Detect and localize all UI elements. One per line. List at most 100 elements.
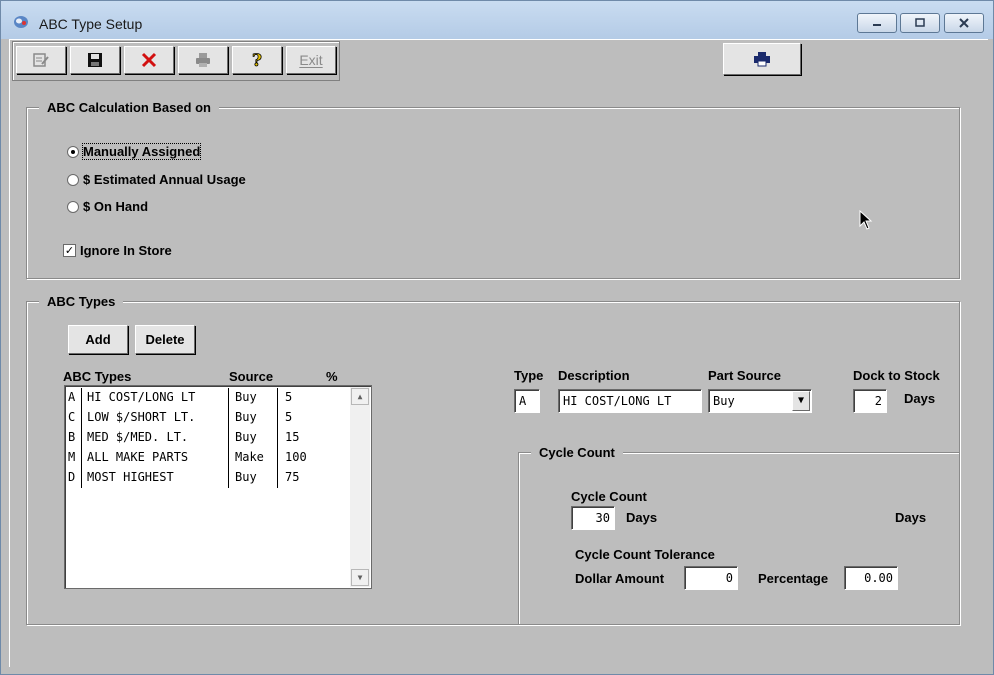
list-cell-source: Buy — [235, 430, 257, 444]
delete-button[interactable] — [124, 46, 174, 74]
description-field[interactable]: HI COST/LONG LT — [558, 389, 702, 413]
edit-button[interactable] — [16, 46, 66, 74]
save-icon — [88, 53, 102, 67]
save-button[interactable] — [70, 46, 120, 74]
cycle-count-legend: Cycle Count — [531, 445, 623, 460]
dock-to-stock-field[interactable]: 2 — [853, 389, 887, 413]
list-cell-description: HI COST/LONG LT — [87, 390, 196, 404]
extra-days-label: Days — [895, 510, 927, 525]
scroll-down-button[interactable]: ▼ — [351, 569, 369, 586]
window-title: ABC Type Setup — [39, 16, 143, 32]
list-item[interactable]: B MED $/MED. LT. Buy 15 — [67, 427, 345, 447]
ignore-in-store-checkbox[interactable]: ✓ Ignore In Store — [63, 243, 172, 258]
cycle-count-tolerance-label: Cycle Count Tolerance — [575, 547, 715, 562]
exit-label: Exit — [299, 52, 323, 68]
radio-label: Manually Assigned — [81, 143, 202, 160]
radio-on-hand[interactable]: $ On Hand — [67, 199, 148, 214]
list-cell-percent: 15 — [285, 430, 300, 444]
cycle-days-label: Days — [626, 510, 658, 525]
dock-days-label: Days — [904, 391, 936, 406]
list-scrollbar[interactable]: ▲ ▼ — [350, 387, 370, 587]
radio-button[interactable] — [67, 173, 79, 186]
list-cell-code: A — [68, 390, 76, 404]
printer-icon — [754, 52, 770, 67]
abc-types-legend: ABC Types — [39, 294, 124, 309]
type-field[interactable]: A — [514, 389, 540, 413]
list-cell-source: Buy — [235, 470, 257, 484]
list-item[interactable]: A HI COST/LONG LT Buy 5 — [67, 387, 345, 407]
print-report-button[interactable] — [723, 43, 801, 75]
edit-icon — [33, 53, 49, 67]
svg-text:?: ? — [252, 51, 262, 69]
list-header-percent: % — [326, 369, 338, 384]
radio-button[interactable] — [67, 145, 79, 158]
help-button[interactable]: ? — [232, 46, 282, 74]
cycle-count-group: Cycle Count — [518, 445, 959, 624]
printer-icon — [196, 53, 210, 67]
add-button[interactable]: Add — [68, 325, 128, 354]
description-label: Description — [558, 368, 630, 383]
checkbox-check-icon[interactable]: ✓ — [63, 244, 76, 257]
radio-label: $ On Hand — [83, 199, 149, 214]
list-item[interactable]: C LOW $/SHORT LT. Buy 5 — [67, 407, 345, 427]
list-item[interactable]: D MOST HIGHEST Buy 75 — [67, 467, 345, 487]
list-cell-percent: 5 — [285, 410, 293, 424]
maximize-button[interactable] — [900, 13, 940, 33]
percentage-field[interactable]: 0.00 — [844, 566, 898, 590]
exit-button[interactable]: Exit — [286, 46, 336, 74]
title-bar: ABC Type Setup — [1, 1, 993, 39]
list-item[interactable]: M ALL MAKE PARTS Make 100 — [67, 447, 345, 467]
arrow-down-icon: ▼ — [357, 573, 363, 582]
dock-to-stock-label: Dock to Stock — [853, 368, 940, 383]
abc-calculation-legend: ABC Calculation Based on — [39, 100, 219, 115]
part-source-select[interactable]: Buy ▼ — [708, 389, 812, 413]
list-cell-code: B — [68, 430, 76, 444]
dropdown-button[interactable]: ▼ — [792, 391, 810, 411]
list-cell-percent: 75 — [285, 470, 300, 484]
chevron-down-icon: ▼ — [797, 395, 805, 406]
list-cell-code: M — [68, 450, 76, 464]
list-cell-description: MED $/MED. LT. — [87, 430, 189, 444]
abc-types-list[interactable]: A HI COST/LONG LT Buy 5 C LOW $/SHORT LT… — [64, 385, 372, 589]
client-area: ? Exit ABC Calculation Based on Manually… — [9, 39, 988, 667]
dollar-amount-field[interactable]: 0 — [684, 566, 738, 590]
list-cell-source: Make — [235, 450, 264, 464]
list-cell-description: MOST HIGHEST — [87, 470, 174, 484]
list-cell-description: LOW $/SHORT LT. — [87, 410, 196, 424]
arrow-up-icon: ▲ — [357, 392, 363, 401]
close-icon — [959, 18, 969, 28]
abc-calculation-group: ABC Calculation Based on Manually Assign… — [26, 100, 960, 279]
dollar-amount-label: Dollar Amount — [575, 571, 665, 586]
part-source-value: Buy — [713, 394, 735, 408]
cycle-count-label: Cycle Count — [571, 489, 647, 504]
delete-type-button[interactable]: Delete — [135, 325, 195, 354]
cycle-count-field[interactable]: 30 — [571, 506, 615, 530]
list-cell-percent: 5 — [285, 390, 293, 404]
minimize-button[interactable] — [857, 13, 897, 33]
list-cell-description: ALL MAKE PARTS — [87, 450, 189, 464]
radio-estimated-annual-usage[interactable]: $ Estimated Annual Usage — [67, 172, 246, 187]
list-cell-code: D — [68, 470, 76, 484]
print-button[interactable] — [178, 46, 228, 74]
type-label: Type — [514, 368, 544, 383]
maximize-icon — [915, 18, 925, 27]
mouse-cursor-icon — [859, 210, 873, 230]
radio-manually-assigned[interactable]: Manually Assigned — [67, 143, 202, 160]
toolbar: ? Exit — [12, 41, 340, 81]
close-button[interactable] — [944, 13, 984, 33]
scroll-up-button[interactable]: ▲ — [351, 388, 369, 405]
radio-button[interactable] — [67, 200, 79, 213]
list-cell-source: Buy — [235, 410, 257, 424]
list-header-types: ABC Types — [63, 369, 132, 384]
checkbox-label: Ignore In Store — [80, 243, 172, 258]
minimize-icon — [873, 24, 881, 26]
app-icon — [14, 16, 28, 28]
list-cell-source: Buy — [235, 390, 257, 404]
abc-type-setup-window: ABC Type Setup ? Exit ABC Calculation Ba… — [0, 0, 994, 675]
part-source-label: Part Source — [708, 368, 781, 383]
help-icon: ? — [252, 51, 263, 69]
list-cell-code: C — [68, 410, 76, 424]
list-cell-percent: 100 — [285, 450, 307, 464]
add-label: Add — [85, 332, 111, 347]
delete-icon — [141, 52, 157, 68]
